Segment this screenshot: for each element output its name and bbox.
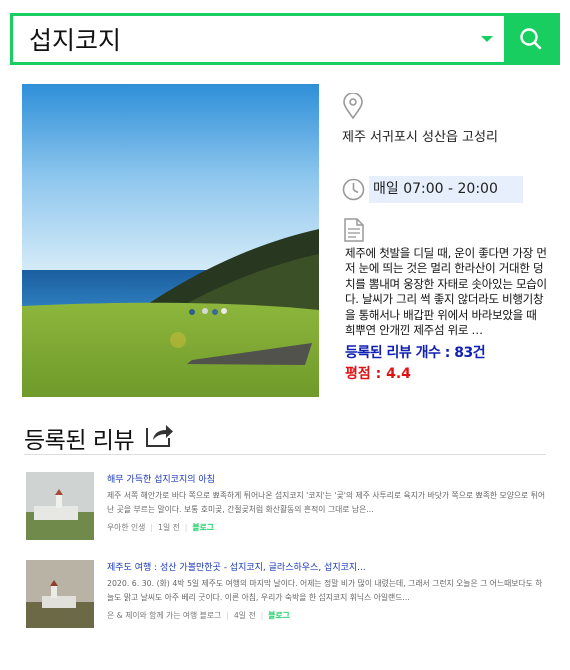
autocomplete-toggle[interactable] (470, 16, 504, 62)
meta-separator: | (226, 611, 229, 620)
review-source[interactable]: 블로그 (268, 611, 290, 620)
search-icon (519, 28, 541, 50)
review-title[interactable]: 해무 가득한 섭지코지의 아침 (107, 472, 215, 485)
review-meta: 우아한 인생 | 1일 전 | 블로그 (107, 522, 214, 533)
meta-separator: | (260, 611, 264, 620)
review-meta: 은 & 제이와 함께 가는 여행 블로그 | 4일 전 | 블로그 (107, 610, 290, 621)
review-author[interactable]: 우아한 인생 (107, 523, 145, 532)
clock-icon (342, 178, 365, 201)
review-source[interactable]: 블로그 (192, 523, 214, 532)
meta-separator: | (150, 523, 153, 532)
place-description: 제주에 첫발을 디딜 때, 운이 좋다면 가장 먼저 눈에 띄는 것은 멀리 한… (345, 246, 547, 338)
share-icon[interactable] (145, 420, 175, 448)
opening-hours: 매일 07:00 - 20:00 (369, 176, 523, 203)
review-title[interactable]: 제주도 여행 : 성산 가볼만한곳 - 섭지코지, 글라스하우스, 섭지코지..… (107, 560, 366, 573)
review-thumbnail[interactable] (26, 472, 94, 540)
document-icon (344, 218, 364, 242)
review-item[interactable]: 해무 가득한 섭지코지의 아침 제주 서쪽 해안가로 바다 쪽으로 뾰족하게 튀… (26, 472, 546, 544)
place-photo (22, 84, 319, 397)
review-count: 등록된 리뷰 개수 : 83건 (345, 345, 486, 361)
review-snippet: 제주 서쪽 해안가로 바다 쪽으로 뾰족하게 튀어나온 섭지코지 '코지'는 '… (107, 491, 546, 514)
review-item[interactable]: 제주도 여행 : 성산 가볼만한곳 - 섭지코지, 글라스하우스, 섭지코지..… (26, 560, 546, 632)
reviews-heading: 등록된 리뷰 (24, 428, 135, 454)
location-pin-icon (343, 93, 363, 119)
place-address: 제주 서귀포시 성산읍 고성리 (342, 130, 498, 145)
review-snippet: 2020. 6. 30. (화) 4박 5일 제주도 여행의 마지막 날이다. … (107, 579, 543, 602)
review-author[interactable]: 은 & 제이와 함께 가는 여행 블로그 (107, 611, 221, 620)
section-divider (24, 454, 546, 455)
review-thumbnail[interactable] (26, 560, 94, 628)
rating: 평점 : 4.4 (345, 366, 411, 382)
caret-down-icon (481, 36, 493, 42)
review-time: 1일 전 (157, 523, 180, 532)
search-bar (10, 13, 560, 65)
meta-separator: | (184, 523, 188, 532)
review-time: 4일 전 (233, 611, 256, 620)
search-button[interactable] (504, 16, 557, 62)
search-input[interactable] (13, 16, 470, 62)
